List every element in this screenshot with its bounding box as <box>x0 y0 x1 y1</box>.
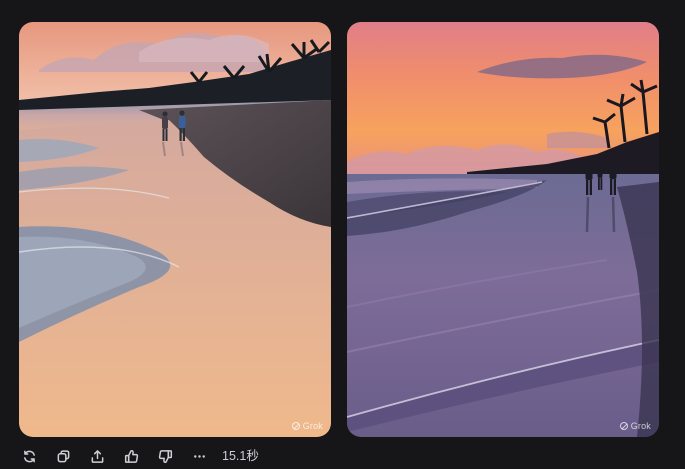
thumbs-up-icon <box>124 449 138 463</box>
grok-logo-icon <box>291 422 300 430</box>
like-button[interactable] <box>114 444 148 468</box>
copy-button[interactable] <box>46 444 80 468</box>
watermark-text: Grok <box>302 421 323 431</box>
generated-image-1[interactable]: Grok <box>19 22 331 437</box>
beach-scene-2 <box>347 22 659 437</box>
response-toolbar: 15.1秒 <box>12 444 259 468</box>
grok-logo-icon <box>619 422 628 430</box>
thumbs-down-icon <box>158 449 172 463</box>
watermark-text: Grok <box>630 421 651 431</box>
generated-image-2[interactable]: Grok <box>347 22 659 437</box>
refresh-icon <box>23 450 35 462</box>
image-results: Grok Grok 15.1秒 <box>0 0 685 469</box>
dislike-button[interactable] <box>148 444 182 468</box>
watermark-grok: Grok <box>619 421 651 431</box>
beach-scene-1 <box>19 22 331 437</box>
copy-icon <box>57 449 69 462</box>
more-button[interactable] <box>182 444 216 468</box>
regenerate-button[interactable] <box>12 444 46 468</box>
share-button[interactable] <box>80 444 114 468</box>
share-icon <box>91 449 103 463</box>
more-icon <box>193 454 205 458</box>
response-time: 15.1秒 <box>222 449 259 463</box>
watermark-grok: Grok <box>291 421 323 431</box>
